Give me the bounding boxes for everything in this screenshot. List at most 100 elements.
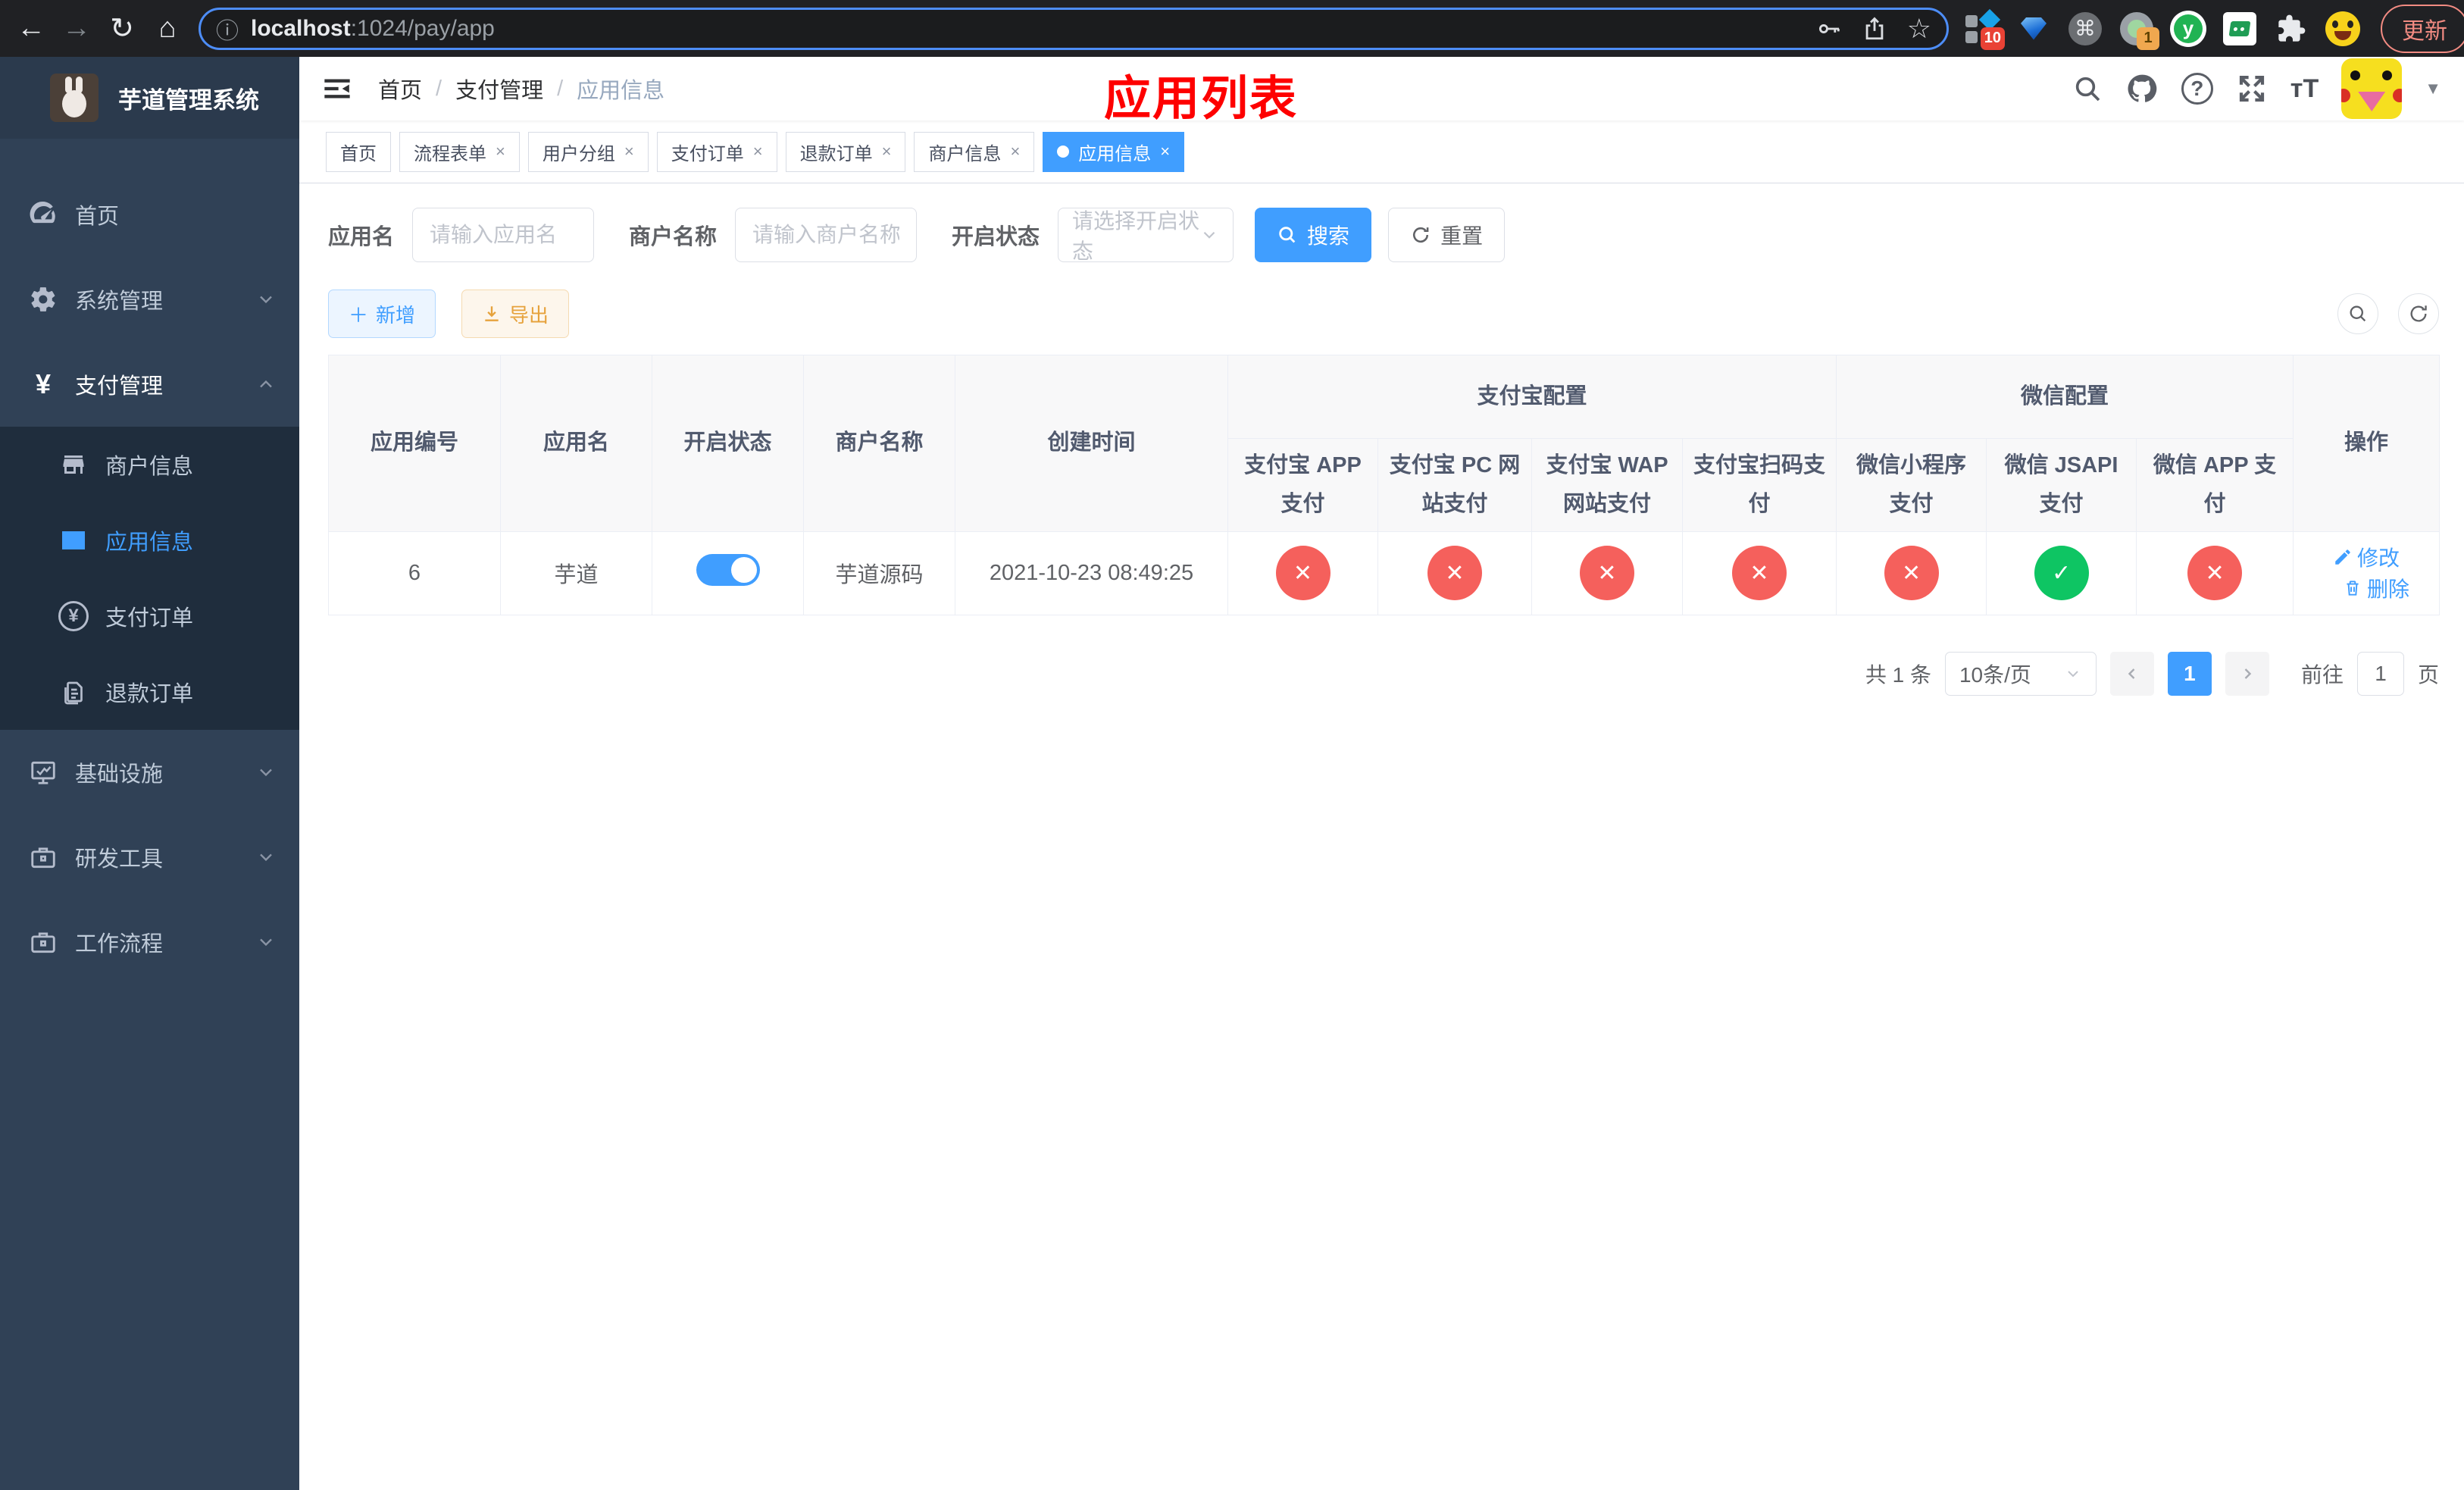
sidebar-item-label: 系统管理 (75, 290, 164, 314)
user-avatar[interactable] (2341, 58, 2403, 119)
sidebar-item-app-info[interactable]: 应用信息 (0, 502, 299, 578)
col-wx-app: 微信 APP 支付 (2136, 438, 2294, 532)
tab-label: 流程表单 (414, 143, 486, 164)
sidebar-item-home[interactable]: 首页 (0, 172, 299, 257)
tab-close-icon[interactable]: × (624, 142, 634, 161)
collapse-sidebar-icon[interactable] (322, 74, 352, 104)
edit-link-label: 修改 (2357, 546, 2400, 570)
monitor-icon (27, 758, 60, 787)
navbar-actions: ? тT ▼ (2072, 58, 2441, 119)
yen-icon: ¥ (35, 368, 52, 399)
tab-refund-order[interactable]: 退款订单 × (785, 131, 906, 172)
tab-label: 应用信息 (1078, 143, 1152, 164)
tab-close-icon[interactable]: × (882, 142, 892, 161)
page-size-select[interactable]: 10条/页 (1944, 651, 2097, 696)
extension-command-icon[interactable]: ⌘ (2067, 11, 2103, 47)
tab-label: 退款订单 (799, 143, 873, 164)
status-badge: ✕ (2187, 546, 2243, 600)
tab-pay-order[interactable]: 支付订单 × (656, 131, 777, 172)
extensions-puzzle-icon[interactable] (2273, 11, 2309, 47)
cell-wx-app: ✕ (2136, 531, 2294, 615)
sidebar-item-dev-tools[interactable]: 研发工具 (0, 815, 299, 900)
extension-y-icon[interactable]: y (2170, 10, 2206, 47)
sidebar-item-payment[interactable]: ¥ 支付管理 (0, 342, 299, 427)
extension-gem-icon[interactable] (2015, 11, 2052, 47)
page-number-button[interactable]: 1 (2167, 651, 2212, 696)
chevron-down-icon (255, 847, 277, 868)
store-icon (57, 451, 90, 478)
sidebar-item-system[interactable]: 系统管理 (0, 257, 299, 342)
tab-close-icon[interactable]: × (1010, 142, 1020, 161)
cell-status (652, 531, 804, 615)
tab-close-icon[interactable]: × (753, 142, 763, 161)
col-created: 创建时间 (955, 355, 1228, 532)
url-text[interactable]: localhost:1024/pay/app (251, 16, 1796, 42)
browser-reload-icon[interactable]: ↻ (102, 8, 142, 49)
tab-app-info[interactable]: 应用信息 × (1043, 131, 1185, 172)
browser-forward-icon[interactable]: → (56, 8, 97, 49)
github-icon[interactable] (2125, 72, 2159, 105)
breadcrumb-separator: / (436, 76, 442, 101)
app-name-input[interactable] (412, 208, 595, 262)
sidebar-logo[interactable]: 芋道管理系统 (0, 57, 299, 139)
share-icon[interactable] (1862, 16, 1887, 42)
tab-process-form[interactable]: 流程表单 × (399, 131, 520, 172)
avatar-caret-icon[interactable]: ▼ (2425, 79, 2441, 99)
goto-label: 前往 (2300, 662, 2344, 687)
bookmark-star-icon[interactable]: ☆ (1907, 13, 1931, 45)
plus-icon: ＋ (349, 303, 369, 327)
extension-notes-icon[interactable] (2222, 11, 2258, 47)
grid-icon (57, 527, 90, 554)
browser-back-icon[interactable]: ← (11, 8, 52, 49)
address-bar[interactable]: ⓘ localhost:1024/pay/app ☆ (199, 7, 1949, 50)
status-select[interactable]: 请选择开启状态 (1058, 208, 1234, 263)
sidebar-item-refund-order[interactable]: 退款订单 (0, 654, 299, 730)
table-row: 6 芋道 芋道源码 2021-10-23 08:49:25 ✕ ✕ ✕ ✕ ✕ … (328, 531, 2441, 615)
search-button[interactable]: 搜索 (1255, 208, 1372, 262)
tab-home[interactable]: 首页 (326, 131, 391, 172)
tab-user-group[interactable]: 用户分组 × (527, 131, 649, 172)
col-merchant: 商户名称 (803, 355, 955, 532)
tab-merchant-info[interactable]: 商户信息 × (914, 131, 1035, 172)
col-alipay-qr: 支付宝扫码支付 (1681, 438, 1837, 532)
export-button[interactable]: 导出 (461, 290, 570, 338)
delete-link[interactable]: 删除 (2343, 573, 2409, 603)
next-page-button[interactable] (2225, 651, 2269, 696)
refresh-table-button[interactable] (2398, 293, 2439, 334)
sidebar-item-infra[interactable]: 基础设施 (0, 730, 299, 815)
tab-close-icon[interactable]: × (496, 142, 505, 161)
sidebar-item-label: 应用信息 (105, 531, 194, 555)
prev-page-button[interactable] (2109, 651, 2154, 696)
site-info-icon[interactable]: ⓘ (216, 12, 239, 45)
col-alipay-pc: 支付宝 PC 网站支付 (1377, 438, 1532, 532)
add-button[interactable]: ＋ 新增 (328, 290, 436, 338)
chevron-down-icon (2064, 665, 2082, 683)
sidebar-item-label: 工作流程 (75, 932, 164, 956)
goto-page-input[interactable] (2356, 651, 2404, 696)
font-size-icon[interactable]: тT (2290, 74, 2319, 104)
sidebar-item-workflow[interactable]: 工作流程 (0, 900, 299, 984)
edit-link[interactable]: 修改 (2333, 542, 2400, 572)
document-icon (57, 678, 90, 706)
tab-close-icon[interactable]: × (1160, 142, 1170, 161)
extension-adblock-icon[interactable]: 10 (1964, 8, 2005, 50)
sidebar-item-pay-order[interactable]: ¥ 支付订单 (0, 578, 299, 654)
toggle-search-button[interactable] (2337, 293, 2378, 334)
fullscreen-icon[interactable] (2236, 73, 2268, 105)
browser-profile-avatar[interactable] (2325, 11, 2361, 47)
reset-button[interactable]: 重置 (1388, 208, 1506, 262)
browser-update-button[interactable]: 更新 (2381, 4, 2464, 53)
breadcrumb-payment[interactable]: 支付管理 (455, 73, 543, 105)
browser-home-icon[interactable]: ⌂ (147, 8, 188, 49)
search-icon[interactable] (2072, 74, 2103, 104)
enable-toggle[interactable] (696, 554, 760, 586)
merchant-name-input[interactable] (735, 208, 918, 262)
extension-proxy-icon[interactable]: 1 (2118, 11, 2159, 50)
status-select-placeholder: 请选择开启状态 (1072, 209, 1200, 263)
sidebar-item-merchant-info[interactable]: 商户信息 (0, 427, 299, 502)
password-key-icon[interactable] (1816, 16, 1842, 42)
help-icon[interactable]: ? (2181, 73, 2213, 105)
refresh-icon (1413, 227, 1429, 243)
breadcrumb-home[interactable]: 首页 (378, 73, 422, 105)
cell-wx-mini: ✕ (1836, 531, 1987, 615)
